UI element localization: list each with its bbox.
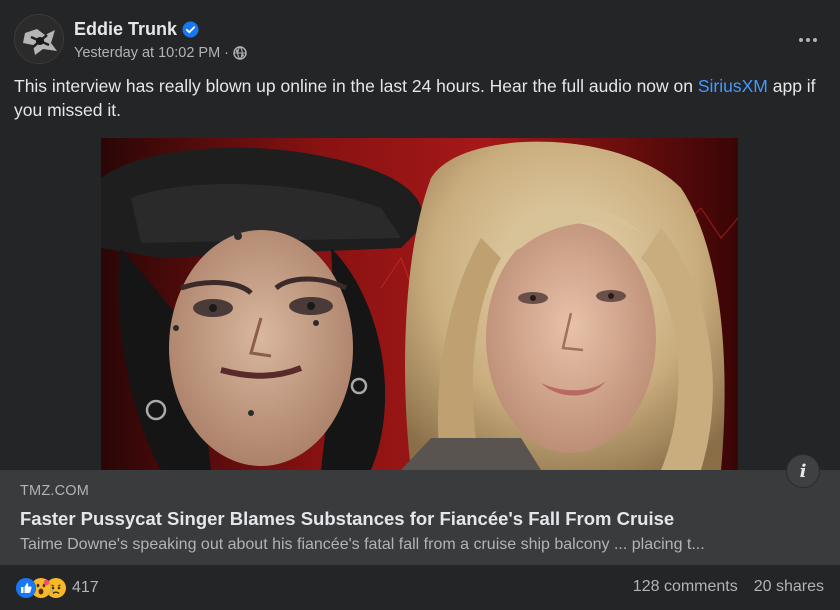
- post-message: This interview has really blown up onlin…: [14, 74, 826, 122]
- facebook-post: Eddie Trunk Yesterday at 10:02 PM · This…: [0, 0, 840, 610]
- post-footer: 417 128 comments 20 shares: [0, 565, 840, 610]
- more-options-icon[interactable]: [790, 22, 826, 58]
- shares-count[interactable]: 20 shares: [754, 578, 824, 596]
- author-avatar[interactable]: [14, 14, 64, 64]
- post-meta: Yesterday at 10:02 PM ·: [74, 44, 247, 62]
- link-domain: TMZ.COM: [20, 483, 90, 499]
- post-image-container[interactable]: [0, 138, 840, 470]
- siriusxm-link[interactable]: SiriusXM: [698, 76, 768, 96]
- post-header: Eddie Trunk Yesterday at 10:02 PM ·: [14, 14, 826, 66]
- post-text-part-1: This interview has really blown up onlin…: [14, 76, 698, 96]
- link-description: Taime Downe's speaking out about his fia…: [20, 536, 705, 553]
- author-name[interactable]: Eddie Trunk: [74, 19, 177, 40]
- link-preview-card[interactable]: i TMZ.COM Faster Pussycat Singer Blames …: [0, 454, 840, 565]
- link-title[interactable]: Faster Pussycat Singer Blames Substances…: [20, 508, 674, 530]
- info-icon[interactable]: i: [786, 454, 820, 488]
- like-reaction-icon: [16, 578, 36, 598]
- article-photo: [101, 138, 738, 470]
- reaction-count: 417: [72, 579, 99, 596]
- avatar-logo-icon: [15, 15, 63, 63]
- post-image[interactable]: [101, 138, 738, 470]
- post-stats: 128 comments 20 shares: [633, 578, 824, 596]
- post-timestamp[interactable]: Yesterday at 10:02 PM: [74, 45, 220, 61]
- meta-separator: ·: [224, 45, 230, 61]
- reactions-summary[interactable]: 417: [16, 577, 99, 599]
- author-name-row: Eddie Trunk: [74, 17, 199, 41]
- verified-badge-icon: [182, 21, 199, 38]
- globe-icon[interactable]: [233, 46, 247, 60]
- comments-count[interactable]: 128 comments: [633, 578, 738, 596]
